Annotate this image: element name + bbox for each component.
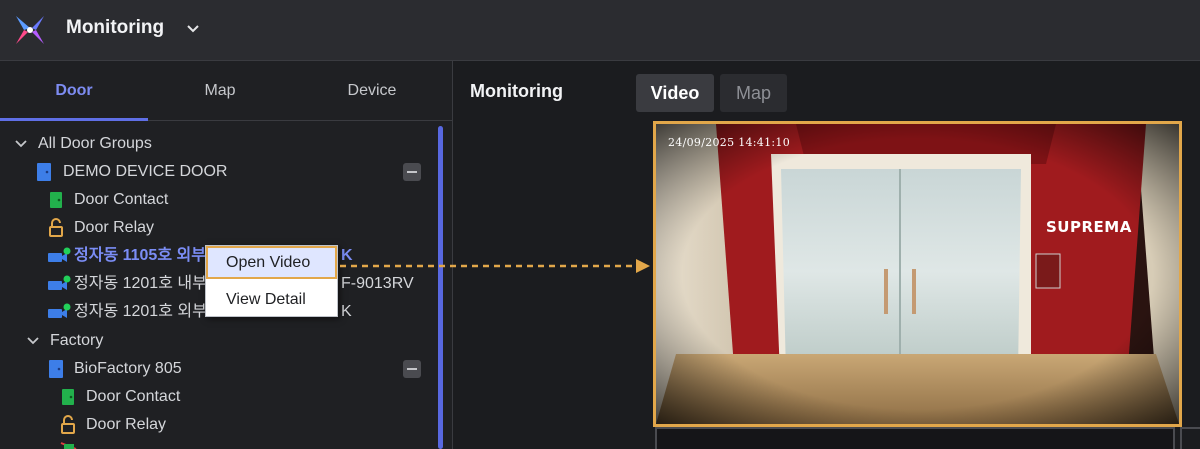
brand-sign: SUPREMA — [1046, 218, 1132, 236]
tree-node-demo-device-door[interactable]: DEMO DEVICE DOOR — [36, 159, 336, 185]
tab-map[interactable]: Map — [148, 61, 292, 121]
tree-label: 정자동 1201호 외부 — [74, 303, 207, 320]
door-contact-icon — [62, 389, 74, 405]
tree-label-suffix: K — [341, 303, 352, 320]
lock-open-icon — [49, 218, 63, 237]
tree-label: DEMO DEVICE DOOR — [63, 163, 228, 180]
tab-map-view[interactable]: Map — [720, 74, 787, 112]
left-tabs: Door Map Device — [0, 61, 452, 121]
camera-icon — [48, 303, 71, 318]
tree-label: 정자동 1201호 내부 — [74, 275, 207, 292]
tree-label: Door Contact — [86, 388, 181, 405]
app-logo-icon — [16, 16, 44, 44]
video-feed[interactable]: 24/09/2025 14:41:10 SUPREMA — [653, 121, 1182, 427]
collapse-button[interactable] — [403, 163, 421, 181]
camera-icon — [48, 275, 71, 290]
door-contact-icon — [50, 192, 62, 208]
door-icon — [37, 163, 51, 181]
menu-item-open-video[interactable]: Open Video — [206, 246, 337, 279]
tree-node-door-contact[interactable]: Door Contact — [60, 384, 360, 410]
collapse-button[interactable] — [403, 360, 421, 378]
dashed-arrow-icon — [340, 259, 650, 273]
tree-node-door-contact[interactable]: Door Contact — [48, 187, 348, 213]
tab-video[interactable]: Video — [636, 74, 714, 112]
tree-label: 정자동 1105호 외부 — [74, 247, 206, 264]
chevron-down-icon[interactable] — [186, 22, 200, 36]
alarm-icon — [60, 442, 77, 449]
tree-label-suffix: F-9013RV — [341, 275, 414, 292]
lock-open-icon — [61, 415, 75, 434]
tree-label: Factory — [50, 332, 104, 349]
tree-node-door-relay[interactable]: Door Relay — [60, 412, 360, 438]
menu-item-view-detail[interactable]: View Detail — [206, 283, 337, 316]
video-slot-empty[interactable] — [1180, 427, 1200, 449]
tree-scrollbar[interactable] — [438, 126, 443, 449]
tree-node-factory[interactable]: Factory — [26, 328, 326, 354]
tab-device[interactable]: Device — [292, 61, 452, 121]
camera-frame-image — [656, 124, 1179, 424]
tree-label: BioFactory 805 — [74, 360, 182, 377]
video-slot-empty[interactable] — [655, 427, 1175, 449]
tree-node-all-door-groups[interactable]: All Door Groups — [14, 131, 314, 157]
tree-label: Door Relay — [86, 416, 167, 433]
app-title[interactable]: Monitoring — [66, 17, 164, 39]
monitoring-title: Monitoring — [470, 81, 563, 101]
video-timestamp: 24/09/2025 14:41:10 — [668, 136, 791, 149]
camera-icon — [48, 247, 71, 262]
tree-label: Door Relay — [74, 219, 155, 236]
tab-door[interactable]: Door — [0, 61, 148, 121]
tree-label: All Door Groups — [38, 135, 152, 152]
tree-node-biofactory-805[interactable]: BioFactory 805 — [48, 356, 348, 382]
context-menu: Open Video View Detail — [205, 245, 338, 317]
top-bar: Monitoring — [0, 0, 1200, 61]
chevron-down-icon[interactable] — [26, 334, 40, 348]
chevron-down-icon[interactable] — [14, 137, 28, 151]
tree-label: Door Contact — [74, 191, 169, 208]
tree-node-door-relay[interactable]: Door Relay — [48, 215, 348, 241]
door-icon — [49, 360, 63, 378]
